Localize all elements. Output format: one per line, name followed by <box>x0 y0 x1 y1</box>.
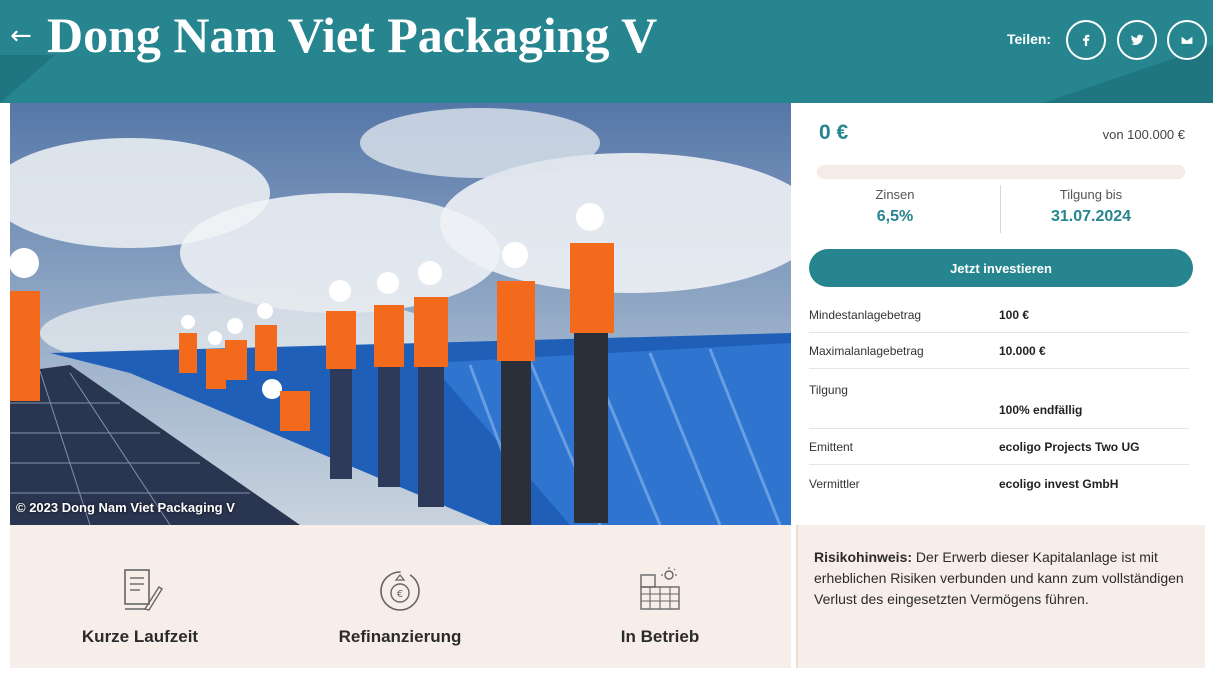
interest-label: Zinsen <box>875 187 915 202</box>
detail-value: ecoligo invest GmbH <box>999 477 1119 491</box>
interest-stat: Zinsen 6,5% <box>805 187 985 226</box>
svg-text:€: € <box>397 589 403 600</box>
feature-label: In Betrieb <box>620 627 700 646</box>
detail-key: Emittent <box>809 439 854 454</box>
feature-in-operation: In Betrieb <box>550 565 770 647</box>
interest-value: 6,5% <box>876 208 914 225</box>
twitter-icon <box>1130 34 1144 45</box>
detail-key: Maximalanlagebetrag <box>809 343 924 358</box>
invest-now-button[interactable]: Jetzt investieren <box>809 249 1193 287</box>
facebook-share-button[interactable] <box>1066 20 1106 60</box>
detail-value: 100 € <box>999 307 1030 322</box>
back-arrow-icon[interactable]: ← <box>10 20 32 52</box>
twitter-share-button[interactable] <box>1117 20 1157 60</box>
detail-value: 100% endfällig <box>999 403 1083 417</box>
project-features: Kurze Laufzeit € Refinanzierung In Betri… <box>10 525 791 668</box>
repayment-value: 31.07.2024 <box>1050 208 1132 225</box>
solar-building-icon <box>640 567 680 610</box>
detail-value: 10.000 € <box>999 343 1046 358</box>
detail-row-repayment: Tilgung 100% endfällig <box>809 369 1189 429</box>
document-quill-icon <box>124 569 163 611</box>
feature-label: Kurze Laufzeit <box>81 627 199 646</box>
detail-key: Tilgung <box>809 383 848 397</box>
facebook-icon <box>1083 34 1090 46</box>
repayment-stat: Tilgung bis 31.07.2024 <box>1001 187 1181 226</box>
detail-value: ecoligo Projects Two UG <box>999 439 1140 454</box>
refinance-coin-icon: € <box>380 571 420 611</box>
mail-share-button[interactable] <box>1167 20 1207 60</box>
repayment-label: Tilgung bis <box>1059 187 1123 202</box>
detail-row-broker: Vermittler ecoligo invest GmbH <box>809 465 1189 503</box>
feature-refinancing: € Refinanzierung <box>290 565 510 647</box>
risk-notice: Risikohinweis: Der Erwerb dieser Kapital… <box>796 525 1205 668</box>
project-photo: © 2023 Dong Nam Viet Packaging V <box>10 103 791 525</box>
detail-row-min-investment: Mindestanlagebetrag 100 € <box>809 297 1189 333</box>
detail-row-issuer: Emittent ecoligo Projects Two UG <box>809 429 1189 465</box>
mail-icon <box>1180 34 1194 46</box>
feature-label: Refinanzierung <box>338 627 462 646</box>
photo-caption: © 2023 Dong Nam Viet Packaging V <box>16 500 235 515</box>
page-title: Dong Nam Viet Packaging V <box>47 7 658 63</box>
investment-details-table: Mindestanlagebetrag 100 € Maximalanlageb… <box>809 297 1189 503</box>
investment-panel: 0 € von 100.000 € Zinsen 6,5% Tilgung bi… <box>791 103 1205 525</box>
detail-key: Mindestanlagebetrag <box>809 307 922 322</box>
detail-key: Vermittler <box>809 477 860 491</box>
workers-on-roof-illustration <box>10 103 791 525</box>
risk-notice-title: Risikohinweis: <box>814 549 913 565</box>
funded-amount: 0 € <box>819 121 849 144</box>
page-header: ← Dong Nam Viet Packaging V Teilen: <box>0 0 1213 103</box>
funding-target: von 100.000 € <box>1102 127 1185 142</box>
feature-short-term: Kurze Laufzeit <box>30 565 250 647</box>
detail-row-max-investment: Maximalanlagebetrag 10.000 € <box>809 333 1189 369</box>
funding-progress-bar <box>817 165 1185 179</box>
share-label: Teilen: <box>1007 31 1052 47</box>
